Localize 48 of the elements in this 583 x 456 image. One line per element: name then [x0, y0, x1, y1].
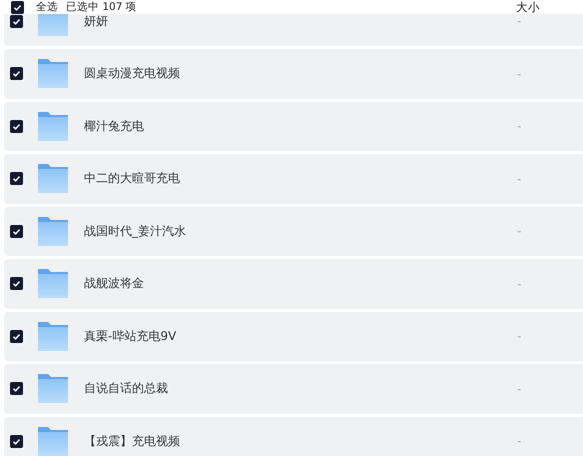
folder-name: 妍妍 — [84, 14, 109, 30]
folder-icon — [37, 373, 69, 404]
file-size: - — [517, 66, 522, 81]
file-row[interactable]: 【戎震】充电视频 - — [4, 416, 583, 456]
checkbox[interactable] — [10, 172, 23, 186]
folder-icon — [37, 110, 69, 142]
file-row[interactable]: 椰汁兔充电 - — [4, 102, 583, 151]
file-row[interactable]: 战舰波将金 - — [4, 259, 583, 308]
checkbox[interactable] — [10, 382, 23, 396]
file-size: - — [517, 14, 522, 28]
checkbox[interactable] — [10, 277, 23, 290]
checkbox[interactable] — [11, 0, 24, 14]
checkbox[interactable] — [10, 67, 23, 80]
checkbox[interactable] — [10, 330, 23, 343]
folder-icon — [37, 163, 69, 194]
file-row[interactable]: 中二的大暄哥充电 - — [4, 154, 583, 204]
file-size: - — [517, 434, 522, 448]
file-size: - — [517, 224, 522, 238]
file-size: - — [517, 172, 522, 186]
folder-name: 椰汁兔充电 — [84, 118, 145, 135]
folder-icon — [37, 320, 69, 352]
file-row[interactable]: 真栗-哔站充电9V - — [4, 312, 583, 361]
checkbox[interactable] — [10, 14, 23, 28]
folder-name: 自说自话的总裁 — [84, 380, 169, 398]
folder-name: 战舰波将金 — [84, 275, 145, 292]
select-all-label[interactable]: 全选 — [36, 0, 58, 14]
folder-name: 真栗-哔站充电9V — [84, 328, 178, 345]
file-row[interactable]: 妍妍 - — [4, 14, 583, 46]
file-row[interactable]: 战国时代_姜汁汽水 - — [4, 206, 583, 256]
folder-name: 圆桌动漫充电视频 — [84, 65, 181, 82]
size-column-header[interactable]: 大小 — [516, 0, 540, 14]
folder-icon — [37, 268, 69, 300]
checkbox[interactable] — [10, 434, 23, 448]
folder-name: 中二的大暄哥充电 — [84, 170, 181, 188]
folder-icon — [37, 426, 69, 456]
folder-name: 战国时代_姜汁汽水 — [84, 222, 187, 240]
checkbox[interactable] — [10, 224, 23, 238]
file-size: - — [517, 329, 522, 344]
file-size: - — [517, 276, 522, 291]
file-size: - — [517, 119, 522, 134]
checkbox[interactable] — [10, 120, 23, 133]
file-row[interactable]: 圆桌动漫充电视频 - — [4, 49, 583, 98]
selection-count: 已选中 107 项 — [66, 0, 137, 14]
file-size: - — [517, 382, 522, 396]
file-row[interactable]: 自说自话的总裁 - — [4, 364, 583, 414]
folder-icon — [37, 58, 69, 90]
folder-name: 【戎震】充电视频 — [84, 432, 181, 450]
folder-icon — [37, 216, 69, 247]
